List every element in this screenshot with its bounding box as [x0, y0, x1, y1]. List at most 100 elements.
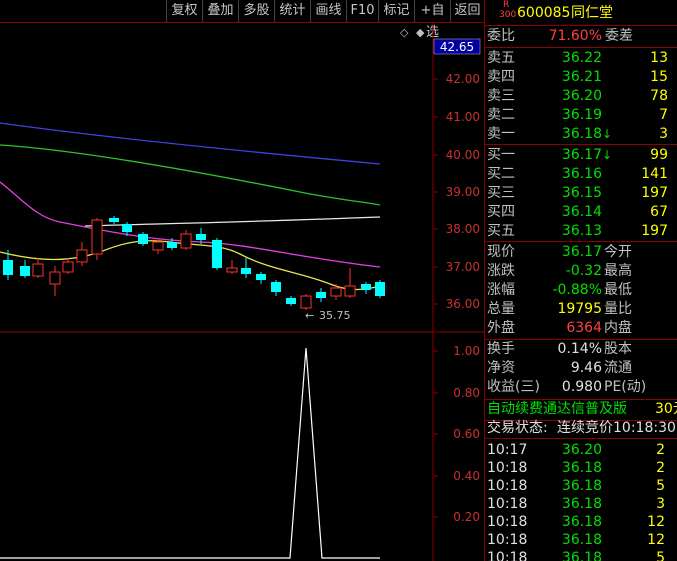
- tick-row: 10:18 36.18 12: [485, 531, 677, 549]
- quote-label-2: 内盘: [604, 320, 632, 336]
- promo-price[interactable]: 30元: [655, 400, 677, 419]
- bid-label: 买二: [487, 166, 515, 182]
- fundamental-row: 收益(三) 0.980 PE(动): [485, 378, 677, 397]
- trade-status-time: 10:18:30: [613, 420, 676, 436]
- ask-price: 36.22: [561, 50, 602, 66]
- ma-blue-line: [0, 122, 381, 165]
- fundamental-row: 换手 0.14% 股本: [485, 340, 677, 359]
- volume-tick: 0.80: [453, 386, 480, 400]
- candles-group: [3, 216, 385, 310]
- price-high-tag-text: 42.65: [440, 40, 474, 54]
- tick-volume: 3: [656, 496, 665, 512]
- volume-tick: 1.00: [453, 344, 480, 358]
- quote-value: 6364: [566, 320, 602, 336]
- fundamental-value: 9.46: [570, 360, 602, 376]
- tick-row: 10:17 36.20 2: [485, 441, 677, 459]
- chart-area[interactable]: ◇ ◆ 42.00 41.00 40.00 39.00 38.00 37.00 …: [0, 22, 484, 561]
- ask-volume: 3: [659, 126, 668, 142]
- mark-button[interactable]: 标记: [378, 0, 414, 22]
- ask-row[interactable]: 卖三 36.20 78: [485, 87, 677, 106]
- candle-body: [3, 260, 13, 275]
- candle-body: [152, 241, 164, 251]
- candlestick-chart[interactable]: ◇ ◆ 42.00 41.00 40.00 39.00 38.00 37.00 …: [0, 22, 484, 561]
- weibi-value: 71.60%: [548, 28, 602, 44]
- fundamental-row: 净资 9.46 流通: [485, 359, 677, 378]
- bid-label: 买三: [487, 185, 515, 201]
- quote-label: 总量: [487, 301, 515, 317]
- stock-name[interactable]: 同仁堂: [571, 4, 613, 23]
- candle-body: [180, 233, 192, 249]
- ask-row[interactable]: 卖二 36.19 7: [485, 106, 677, 125]
- promo-row[interactable]: 自动续费通达信普及版 30元: [485, 400, 677, 419]
- bid-volume: 197: [641, 223, 668, 239]
- bid-row[interactable]: 买五 36.13 197: [485, 222, 677, 241]
- trade-status-row: 交易状态: 连续竞价 10:18:30: [485, 419, 677, 438]
- fundamental-label: 净资: [487, 360, 515, 376]
- quote-value: 19795: [557, 301, 602, 317]
- diamond-filled-icon[interactable]: ◆: [416, 26, 425, 39]
- bid-row[interactable]: 买一 36.17 ↓ 99: [485, 146, 677, 165]
- tick-price: 36.18: [561, 478, 602, 494]
- fundamental-label: 换手: [487, 341, 515, 357]
- ma-green-line: [0, 144, 381, 206]
- tick-time: 10:18: [487, 550, 528, 561]
- candle-body: [316, 292, 326, 298]
- arrow-down-icon: ↓: [602, 148, 613, 162]
- ask-row[interactable]: 卖一 36.18 ↓ 3: [485, 125, 677, 144]
- tick-volume: 12: [647, 514, 665, 530]
- fuquan-button[interactable]: 复权: [166, 0, 202, 22]
- toolbar: 复权 叠加 多股 统计 画线 F10 标记 +自选 返回: [0, 0, 484, 40]
- bid-price: 36.16: [561, 166, 602, 182]
- ask-volume: 15: [650, 69, 668, 85]
- bid-label: 买一: [487, 147, 515, 163]
- quote-label: 现价: [487, 244, 515, 260]
- ask-price: 36.18: [561, 126, 602, 142]
- tick-time: 10:17: [487, 442, 528, 458]
- quote-row: 外盘 6364 内盘: [485, 319, 677, 338]
- ask-volume: 7: [659, 107, 668, 123]
- stock-code[interactable]: 600085: [517, 4, 570, 23]
- tick-row: 10:18 36.18 3: [485, 495, 677, 513]
- price-tick: 38.00: [446, 222, 480, 236]
- tick-price: 36.18: [561, 496, 602, 512]
- candle-body: [138, 234, 148, 244]
- tick-row: 10:18 36.18 5: [485, 477, 677, 495]
- quote-panel: R 300 600085 同仁堂 委比 71.60% 委差 卖五 36.22 13 卖…: [484, 0, 677, 561]
- bid-row[interactable]: 买四 36.14 67: [485, 203, 677, 222]
- stock-terminal: 复权 叠加 多股 统计 画线 F10 标记 +自选 返回 ◇ ◆ 42.00 4…: [0, 0, 677, 561]
- price-tick: 39.00: [446, 185, 480, 199]
- quote-label: 涨幅: [487, 282, 515, 298]
- bid-label: 买四: [487, 204, 515, 220]
- bid-row[interactable]: 买二 36.16 141: [485, 165, 677, 184]
- volume-axis: 1.00 0.80 0.60 0.40 0.20: [433, 344, 480, 524]
- add-watchlist-button[interactable]: +自选: [414, 0, 450, 40]
- draw-line-button[interactable]: 画线: [310, 0, 346, 22]
- bid-volume: 99: [650, 147, 668, 163]
- tick-time: 10:18: [487, 496, 528, 512]
- indicator-line: [0, 347, 380, 559]
- tick-volume: 2: [656, 442, 665, 458]
- back-button[interactable]: 返回: [450, 0, 484, 22]
- tick-row: 10:18 36.18 12: [485, 513, 677, 531]
- tick-volume: 5: [656, 550, 665, 561]
- bid-volume: 197: [641, 185, 668, 201]
- ask-price: 36.20: [561, 88, 602, 104]
- candle-body: [196, 234, 206, 240]
- candle-body: [344, 285, 356, 297]
- trade-status-value: 连续竞价: [557, 420, 613, 436]
- multi-stock-button[interactable]: 多股: [238, 0, 274, 22]
- stock-header: R 300 600085 同仁堂: [485, 0, 677, 24]
- bid-row[interactable]: 买三 36.15 197: [485, 184, 677, 203]
- f10-button[interactable]: F10: [346, 0, 378, 22]
- diamond-icon[interactable]: ◇: [400, 26, 409, 39]
- candle-body: [271, 282, 281, 292]
- candle-body: [62, 261, 74, 273]
- ask-row[interactable]: 卖四 36.21 15: [485, 68, 677, 87]
- tick-row: 10:18 36.18 5: [485, 549, 677, 561]
- promo-text[interactable]: 自动续费通达信普及版: [487, 400, 627, 419]
- ask-row[interactable]: 卖五 36.22 13: [485, 49, 677, 68]
- statistics-button[interactable]: 统计: [274, 0, 310, 22]
- market-badge-r: R: [503, 0, 510, 10]
- bid-price: 36.14: [561, 204, 602, 220]
- overlay-button[interactable]: 叠加: [202, 0, 238, 22]
